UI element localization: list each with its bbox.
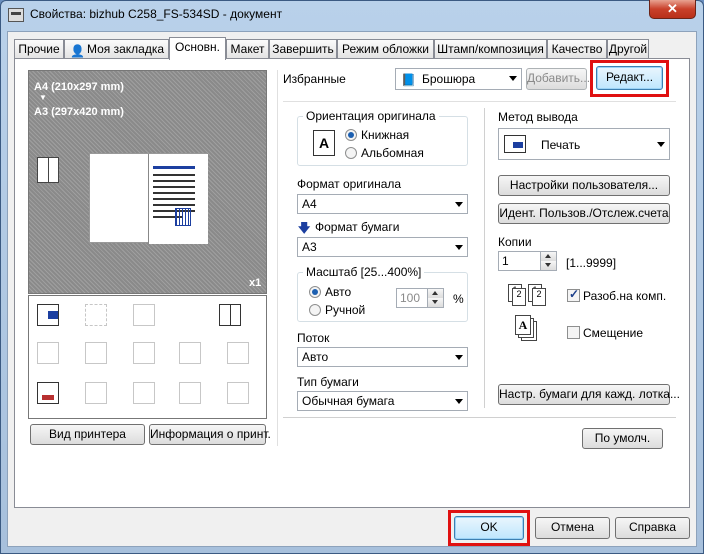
title-bar: Свойства: bizhub C258_FS-534SD - докумен… bbox=[0, 0, 704, 30]
tab-basic[interactable]: Основн. bbox=[169, 37, 226, 60]
booklet-icon bbox=[37, 157, 59, 183]
paper-type-value: Обычная бумага bbox=[302, 394, 395, 408]
tab-other[interactable]: Прочие bbox=[14, 39, 64, 59]
staple-icon[interactable] bbox=[37, 342, 59, 364]
copies-input[interactable]: 1 bbox=[498, 251, 557, 271]
account-icon[interactable] bbox=[133, 382, 155, 404]
page-preview: A4 (210x297 mm) ▼ A3 (297x420 mm) x1 bbox=[28, 70, 267, 294]
tab-quality[interactable]: Качество bbox=[547, 39, 607, 59]
offset-icon: A bbox=[515, 315, 545, 345]
tab-other-2[interactable]: Другой bbox=[607, 39, 649, 59]
copy-icon[interactable] bbox=[133, 304, 155, 326]
tab-stamp[interactable]: Штамп/композиция bbox=[434, 39, 547, 59]
original-size-select[interactable]: A4 bbox=[297, 194, 468, 214]
collate-label: Разоб.на комп. bbox=[583, 289, 667, 303]
copies-label: Копии bbox=[498, 235, 532, 249]
zoom-unit: % bbox=[453, 292, 464, 306]
original-size-label: Формат оригинала bbox=[297, 177, 402, 191]
landscape-label: Альбомная bbox=[361, 146, 424, 160]
preview-copies-badge: x1 bbox=[249, 277, 262, 289]
user-settings-button[interactable]: Настройки пользователя... bbox=[498, 175, 670, 196]
zoom-auto-label: Авто bbox=[325, 285, 352, 299]
user-auth-button[interactable]: Идент. Пользов./Отслеж.счета bbox=[498, 203, 670, 224]
output-method-label: Метод вывода bbox=[498, 110, 578, 124]
help-button[interactable]: Справка bbox=[615, 517, 690, 539]
copies-range: [1...9999] bbox=[566, 256, 617, 270]
zoom-value: 100 bbox=[400, 291, 421, 305]
output-method-select[interactable]: Печать bbox=[498, 128, 670, 160]
paper-size-value: A3 bbox=[302, 240, 317, 254]
paper-size-select[interactable]: A3 bbox=[297, 237, 468, 257]
collate-checkbox[interactable] bbox=[567, 287, 580, 302]
favorites-separator bbox=[283, 101, 676, 102]
zoom-manual-radio[interactable] bbox=[309, 304, 321, 316]
favorites-label: Избранные bbox=[283, 72, 346, 86]
text-icon[interactable] bbox=[133, 342, 155, 364]
tray-label: Поток bbox=[297, 331, 330, 345]
nup-icon[interactable] bbox=[85, 304, 107, 326]
edit-favorite-button[interactable]: Редакт... bbox=[596, 66, 663, 90]
collate-icon: 1 2 1 2 bbox=[508, 282, 548, 308]
offset-label: Смещение bbox=[583, 326, 644, 340]
function-icon-panel bbox=[28, 295, 267, 419]
booklet-fold-icon[interactable] bbox=[219, 304, 241, 326]
tray-select[interactable]: Авто bbox=[297, 347, 468, 367]
left-separator bbox=[277, 70, 278, 446]
print-output-icon bbox=[504, 135, 526, 153]
preview-sheet bbox=[89, 153, 208, 244]
zoom-value-input[interactable]: 100 bbox=[396, 288, 444, 308]
paper-size-label: Формат бумаги bbox=[315, 220, 400, 234]
zoom-down-button[interactable] bbox=[427, 298, 443, 307]
watermark-icon[interactable] bbox=[179, 342, 201, 364]
schedule-icon[interactable] bbox=[179, 382, 201, 404]
tray-value: Авто bbox=[302, 350, 329, 364]
middle-separator bbox=[484, 108, 485, 408]
landscape-radio[interactable] bbox=[345, 147, 357, 159]
printer-app-icon bbox=[8, 8, 24, 22]
window-title: Свойства: bizhub C258_FS-534SD - докумен… bbox=[30, 7, 283, 21]
preview-arrow-icon: ▼ bbox=[39, 93, 47, 102]
favorites-select[interactable]: 📘 Брошюра bbox=[395, 68, 522, 90]
secure-print-icon[interactable] bbox=[227, 382, 249, 404]
tab-my-tab[interactable]: 👤 Моя закладка bbox=[64, 39, 169, 59]
defaults-button[interactable]: По умолч. bbox=[582, 428, 663, 449]
preview-original-size: A4 (210x297 mm) bbox=[34, 81, 124, 93]
bottom-separator bbox=[283, 417, 676, 418]
offset-checkbox[interactable] bbox=[567, 326, 580, 339]
printer-view-button[interactable]: Вид принтера bbox=[30, 424, 145, 445]
portrait-label: Книжная bbox=[361, 128, 410, 142]
paper-type-select[interactable]: Обычная бумага bbox=[297, 391, 468, 411]
paper-type-label: Тип бумаги bbox=[297, 375, 359, 389]
print-icon[interactable] bbox=[37, 304, 59, 326]
preview-paper-size: A3 (297x420 mm) bbox=[34, 106, 124, 118]
favorite-icon: 📘 bbox=[401, 73, 416, 87]
close-button[interactable]: ✕ bbox=[649, 0, 696, 19]
tab-my-tab-label: Моя закладка bbox=[86, 42, 165, 56]
portrait-radio[interactable] bbox=[345, 129, 357, 141]
punch-icon[interactable] bbox=[85, 342, 107, 364]
tray-paper-settings-button[interactable]: Настр. бумаги для кажд. лотка... bbox=[498, 384, 680, 405]
zoom-manual-label: Ручной bbox=[325, 303, 366, 317]
tab-finishing[interactable]: Завершить bbox=[269, 39, 337, 59]
ok-button[interactable]: OK bbox=[454, 516, 524, 540]
tab-layout[interactable]: Макет bbox=[226, 39, 269, 59]
favorites-value: Брошюра bbox=[422, 72, 476, 86]
copies-value: 1 bbox=[502, 254, 509, 268]
printer-info-button[interactable]: Информация о принт. bbox=[149, 424, 271, 445]
add-favorite-button[interactable]: Добавить... bbox=[526, 68, 590, 90]
orientation-legend: Ориентация оригинала bbox=[303, 109, 439, 123]
tab-cover-mode[interactable]: Режим обложки bbox=[337, 39, 434, 59]
portrait-page-icon: A bbox=[313, 130, 335, 156]
cancel-button[interactable]: Отмена bbox=[535, 517, 610, 539]
fold-icon[interactable] bbox=[227, 342, 249, 364]
output-method-value: Печать bbox=[541, 138, 581, 152]
zoom-auto-radio[interactable] bbox=[309, 286, 321, 298]
zoom-legend: Масштаб [25...400%] bbox=[303, 265, 425, 279]
copies-down-button[interactable] bbox=[540, 261, 556, 270]
user-auth-icon[interactable] bbox=[85, 382, 107, 404]
original-size-value: A4 bbox=[302, 197, 317, 211]
cover-icon[interactable] bbox=[37, 382, 59, 404]
